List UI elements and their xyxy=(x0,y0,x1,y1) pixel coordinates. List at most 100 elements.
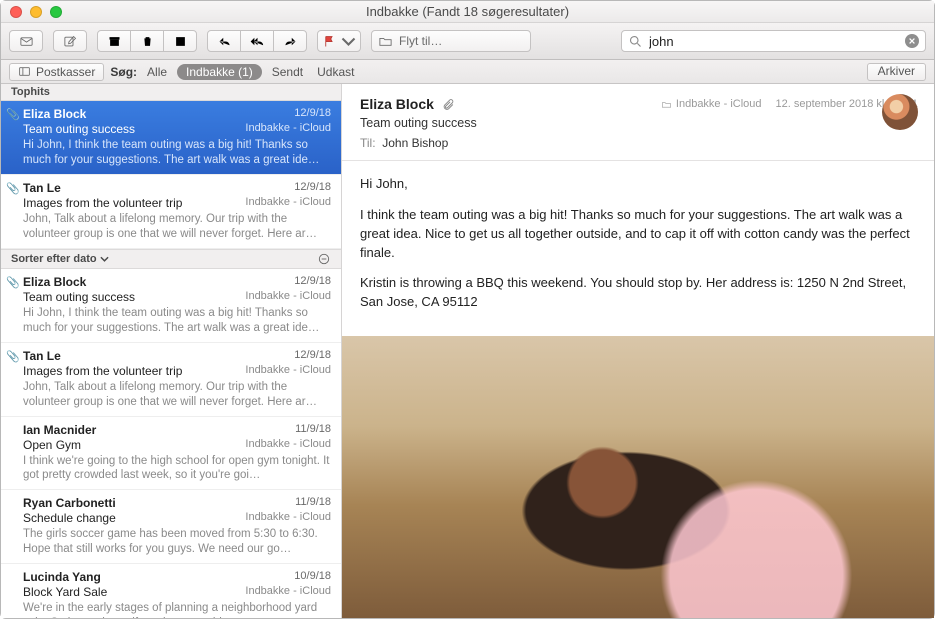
message-body: Hi John, I think the team outing was a b… xyxy=(342,161,934,336)
sidebar-icon xyxy=(18,65,31,78)
body-paragraph: Kristin is throwing a BBQ this weekend. … xyxy=(360,274,916,312)
search-field[interactable] xyxy=(621,30,926,52)
reply-all-button[interactable] xyxy=(240,30,274,52)
zoom-window-button[interactable] xyxy=(50,6,62,18)
forward-icon xyxy=(283,34,298,49)
row-date: 12/9/18 xyxy=(294,181,331,195)
scope-drafts[interactable]: Udkast xyxy=(313,65,358,79)
header-to-name: John Bishop xyxy=(382,136,448,150)
row-from: Lucinda Yang xyxy=(23,570,101,584)
window-titlebar: Indbakke (Fandt 18 søgeresultater) xyxy=(1,1,934,23)
search-scope-label: Søg: xyxy=(110,65,137,79)
flag-button[interactable] xyxy=(317,30,361,52)
row-preview: John, Talk about a lifelong memory. Our … xyxy=(23,380,331,410)
move-to-label: Flyt til… xyxy=(399,34,442,48)
main-split: Tophits 📎Eliza Block12/9/18Team outing s… xyxy=(1,84,934,618)
favorites-bar: Postkasser Søg: Alle Indbakke (1) Sendt … xyxy=(1,60,934,84)
body-paragraph: I think the team outing was a big hit! T… xyxy=(360,206,916,263)
delete-button[interactable] xyxy=(130,30,164,52)
compose-icon xyxy=(63,34,78,49)
reading-pane: Eliza Block Indbakke - iCloud 12. septem… xyxy=(342,84,934,618)
mailboxes-label: Postkasser xyxy=(36,65,95,79)
body-paragraph: Hi John, xyxy=(360,175,916,194)
row-subject: Team outing success xyxy=(23,122,135,136)
junk-button[interactable] xyxy=(163,30,197,52)
row-from: Eliza Block xyxy=(23,275,86,289)
reply-icon xyxy=(217,34,232,49)
scope-sent[interactable]: Sendt xyxy=(268,65,307,79)
row-date: 12/9/18 xyxy=(294,349,331,363)
sort-header[interactable]: Sorter efter dato xyxy=(1,249,341,269)
reply-all-icon xyxy=(250,34,265,49)
row-subject: Images from the volunteer trip xyxy=(23,364,182,378)
row-date: 11/9/18 xyxy=(295,496,331,510)
message-row[interactable]: 📎Eliza Block12/9/18Team outing successIn… xyxy=(1,101,341,175)
toolbar: Flyt til… xyxy=(1,23,934,60)
get-mail-button[interactable] xyxy=(9,30,43,52)
row-location: Indbakke - iCloud xyxy=(245,511,331,525)
scope-all[interactable]: Alle xyxy=(143,65,171,79)
forward-button[interactable] xyxy=(273,30,307,52)
reply-group xyxy=(207,30,307,52)
attachment-icon: 📎 xyxy=(6,350,20,363)
compose-button[interactable] xyxy=(53,30,87,52)
row-preview: We're in the early stages of planning a … xyxy=(23,601,331,618)
row-preview: The girls soccer game has been moved fro… xyxy=(23,527,331,557)
header-subject: Team outing success xyxy=(360,116,918,130)
message-row[interactable]: 📎Tan Le 12/9/18 Images from the volunteer … xyxy=(1,175,341,249)
row-subject: Open Gym xyxy=(23,438,81,452)
mailbox-icon xyxy=(661,99,672,110)
unread-filter-icon[interactable] xyxy=(317,252,331,266)
attachment-icon xyxy=(442,98,455,111)
clear-search-button[interactable] xyxy=(905,34,919,48)
message-list[interactable]: Tophits 📎Eliza Block12/9/18Team outing s… xyxy=(1,84,342,618)
attachment-icon: 📎 xyxy=(6,182,20,195)
message-header: Eliza Block Indbakke - iCloud 12. septem… xyxy=(342,84,934,161)
archive-icon xyxy=(107,34,122,49)
row-location: Indbakke - iCloud xyxy=(245,122,331,136)
header-from: Eliza Block xyxy=(360,96,434,112)
mailboxes-toggle[interactable]: Postkasser xyxy=(9,63,104,81)
header-mailbox: Indbakke - iCloud xyxy=(676,98,762,110)
row-from: Ian Macnider xyxy=(23,423,96,437)
message-row[interactable]: 📎Tan Le 12/9/18 Images from the volunteer … xyxy=(1,343,341,417)
row-from: Eliza Block xyxy=(23,107,86,121)
attachment-icon: 📎 xyxy=(6,276,20,289)
tophits-header: Tophits xyxy=(1,84,341,101)
junk-icon xyxy=(173,34,188,49)
archive-button[interactable] xyxy=(97,30,131,52)
row-subject: Block Yard Sale xyxy=(23,585,107,599)
search-input[interactable] xyxy=(649,34,899,49)
attachment-icon: 📎 xyxy=(6,108,20,121)
row-location: Indbakke - iCloud xyxy=(245,438,331,452)
window-title: Indbakke (Fandt 18 søgeresultater) xyxy=(1,4,934,19)
row-from: Ryan Carbonetti xyxy=(23,496,116,510)
chevron-down-icon xyxy=(100,256,109,262)
message-row[interactable]: 📎Eliza Block12/9/18Team outing successIn… xyxy=(1,269,341,343)
row-preview: John, Talk about a lifelong memory. Our … xyxy=(23,212,331,242)
header-to: Til: John Bishop xyxy=(360,136,918,150)
minimize-window-button[interactable] xyxy=(30,6,42,18)
envelope-icon xyxy=(19,34,34,49)
archive-toolbar-button[interactable]: Arkiver xyxy=(867,63,926,81)
flag-icon xyxy=(322,34,337,49)
row-subject: Images from the volunteer trip xyxy=(23,196,182,210)
inline-attachment-image[interactable] xyxy=(342,336,934,618)
move-to-dropdown[interactable]: Flyt til… xyxy=(371,30,531,52)
row-location: Indbakke - iCloud xyxy=(245,290,331,304)
message-row[interactable]: Ian Macnider11/9/18Open GymIndbakke - iC… xyxy=(1,417,341,491)
sender-avatar[interactable] xyxy=(882,94,918,130)
row-from: Tan Le xyxy=(23,349,61,363)
chevron-down-icon xyxy=(341,34,356,49)
close-icon xyxy=(908,37,916,45)
row-from: Tan Le xyxy=(23,181,61,195)
row-preview: Hi John, I think the team outing was a b… xyxy=(23,306,331,336)
row-location: Indbakke - iCloud xyxy=(245,196,331,210)
row-preview: Hi John, I think the team outing was a b… xyxy=(23,138,331,168)
scope-inbox[interactable]: Indbakke (1) xyxy=(177,64,262,80)
reply-button[interactable] xyxy=(207,30,241,52)
message-row[interactable]: Lucinda Yang10/9/18Block Yard SaleIndbak… xyxy=(1,564,341,618)
message-row[interactable]: Ryan Carbonetti11/9/18Schedule changeInd… xyxy=(1,490,341,564)
close-window-button[interactable] xyxy=(10,6,22,18)
delete-group xyxy=(97,30,197,52)
